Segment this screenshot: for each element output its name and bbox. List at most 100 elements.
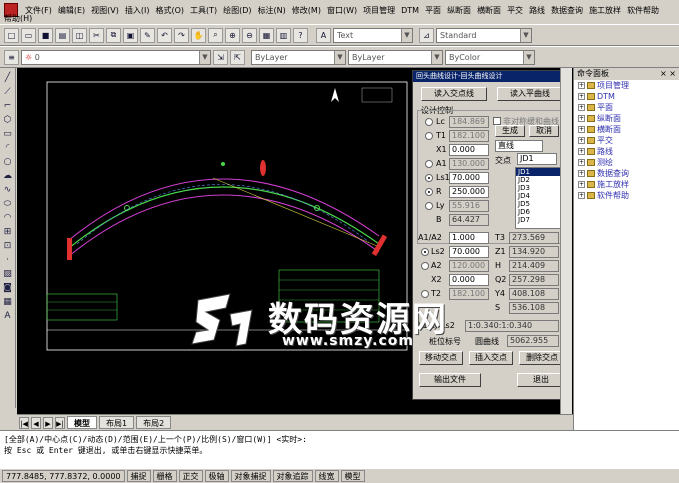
insert-point-button[interactable]: 插入交点	[469, 351, 513, 365]
a1a2-field[interactable]: 1.000	[449, 232, 489, 244]
tree-item-junction[interactable]: + 平交	[574, 135, 679, 146]
menu-query[interactable]: 数据查询	[548, 5, 586, 16]
expand-icon[interactable]: +	[578, 170, 585, 177]
save-icon[interactable]: ■	[38, 27, 53, 43]
jd-listbox[interactable]: JD1 JD2 JD3 JD4 JD5 JD6 JD7	[515, 167, 561, 229]
expand-icon[interactable]: +	[578, 137, 585, 144]
text-style-icon[interactable]: A	[316, 27, 331, 43]
paste-icon[interactable]: ▣	[123, 27, 138, 43]
otrack-toggle[interactable]: 对象追踪	[272, 470, 313, 482]
revcloud-icon[interactable]: ☁	[2, 170, 14, 182]
list-item[interactable]: JD5	[516, 200, 560, 208]
expand-icon[interactable]: +	[578, 159, 585, 166]
tree-item-plane[interactable]: + 平面	[574, 102, 679, 113]
zoom-window-icon[interactable]: ⊕	[225, 27, 240, 43]
line-icon[interactable]: ╱	[2, 72, 14, 84]
preview-icon[interactable]: ◫	[72, 27, 87, 43]
tree-item-query[interactable]: + 数据查询	[574, 168, 679, 179]
model-toggle[interactable]: 模型	[340, 470, 365, 482]
dropdown-arrow-icon[interactable]: ▼	[401, 28, 412, 42]
grid-toggle[interactable]: 栅格	[152, 470, 177, 482]
prev-tab-icon[interactable]: ◀	[31, 416, 41, 429]
menu-softhelp[interactable]: 软件帮助	[624, 5, 662, 16]
hatch-icon[interactable]: ▨	[2, 268, 14, 280]
expand-icon[interactable]: +	[578, 93, 585, 100]
insert-block-icon[interactable]: ⊞	[2, 226, 14, 238]
menu-plane[interactable]: 平面	[422, 5, 444, 16]
next-tab-icon[interactable]: ▶	[43, 416, 53, 429]
expand-icon[interactable]: +	[578, 181, 585, 188]
move-point-button[interactable]: 移动交点	[419, 351, 463, 365]
design-center-icon[interactable]: ▥	[276, 27, 291, 43]
menu-dtm[interactable]: DTM	[398, 6, 422, 15]
radio-lc[interactable]	[425, 118, 433, 126]
expand-icon[interactable]: +	[578, 115, 585, 122]
redo-icon[interactable]: ↷	[174, 27, 189, 43]
radio-ls1[interactable]	[425, 174, 433, 182]
read-curve-button[interactable]: 读入平曲线	[497, 87, 563, 101]
ellipse-arc-icon[interactable]: ◠	[2, 212, 14, 224]
dropdown-arrow-icon[interactable]: ▼	[199, 50, 210, 64]
expand-icon[interactable]: +	[578, 104, 585, 111]
menu-draw[interactable]: 绘图(D)	[220, 5, 254, 16]
read-points-button[interactable]: 读入交点线	[421, 87, 487, 101]
layer-manager-icon[interactable]: ≡	[4, 49, 19, 65]
polygon-icon[interactable]: ⬡	[2, 114, 14, 126]
x1-field[interactable]: 0.000	[449, 144, 489, 156]
region-icon[interactable]: ◙	[2, 282, 14, 294]
jd-field[interactable]: JD1	[517, 153, 557, 165]
menu-help[interactable]: 帮助(H)	[4, 13, 32, 24]
menu-tools[interactable]: 工具(T)	[187, 5, 220, 16]
dim-style-combo[interactable]: Standard ▼	[436, 27, 532, 43]
tree-item-help[interactable]: + 软件帮助	[574, 190, 679, 201]
snap-toggle[interactable]: 捕捉	[126, 470, 151, 482]
menu-junction[interactable]: 平交	[504, 5, 526, 16]
radio-r[interactable]	[425, 188, 433, 196]
x2-field[interactable]: 0.000	[449, 274, 489, 286]
point-icon[interactable]: ·	[2, 254, 14, 266]
menu-window[interactable]: 窗口(W)	[324, 5, 360, 16]
cancel-button[interactable]: 取消	[529, 125, 559, 137]
dropdown-arrow-icon[interactable]: ▼	[520, 28, 531, 42]
color-combo[interactable]: ByLayer ▼	[251, 49, 346, 65]
mtext-icon[interactable]: A	[2, 310, 14, 322]
properties-icon[interactable]: ▦	[259, 27, 274, 43]
close-icon[interactable]: × ×	[660, 68, 676, 80]
export-file-button[interactable]: 输出文件	[419, 373, 481, 387]
ellipse-icon[interactable]: ⬭	[2, 198, 14, 210]
list-item[interactable]: JD7	[516, 216, 560, 224]
ls1-field[interactable]: 70.000	[449, 172, 489, 184]
tree-item-cross[interactable]: + 横断面	[574, 124, 679, 135]
text-style-combo[interactable]: Text ▼	[333, 27, 413, 43]
spline-icon[interactable]: ∿	[2, 184, 14, 196]
new-file-icon[interactable]: □	[4, 27, 19, 43]
menu-cross[interactable]: 横断面	[474, 5, 504, 16]
list-item[interactable]: JD1	[516, 168, 560, 176]
open-folder-icon[interactable]: ▭	[21, 27, 36, 43]
dropdown-arrow-icon[interactable]: ▼	[334, 50, 345, 64]
match-icon[interactable]: ✎	[140, 27, 155, 43]
mode-combo[interactable]: 直线	[495, 140, 543, 152]
list-item[interactable]: JD3	[516, 184, 560, 192]
linetype-combo[interactable]: ByLayer ▼	[348, 49, 443, 65]
undo-icon[interactable]: ↶	[157, 27, 172, 43]
tree-item-stakeout[interactable]: + 施工放样	[574, 179, 679, 190]
menu-project[interactable]: 项目管理	[360, 5, 398, 16]
print-icon[interactable]: ▤	[55, 27, 70, 43]
menu-edit[interactable]: 编辑(E)	[55, 5, 88, 16]
make-current-icon[interactable]: ⇲	[213, 49, 228, 65]
tree-item-route[interactable]: + 路线	[574, 146, 679, 157]
osnap-toggle[interactable]: 对象捕捉	[230, 470, 271, 482]
radio-a2[interactable]	[421, 262, 429, 270]
dropdown-arrow-icon[interactable]: ▼	[431, 50, 442, 64]
ls2-field[interactable]: 70.000	[449, 246, 489, 258]
menu-modify[interactable]: 修改(M)	[289, 5, 324, 16]
zoom-realtime-icon[interactable]: ⌕	[208, 27, 223, 43]
table-icon[interactable]: ▦	[2, 296, 14, 308]
layer-previous-icon[interactable]: ⇱	[230, 49, 245, 65]
radio-a1[interactable]	[425, 160, 433, 168]
exit-button[interactable]: 退出	[517, 373, 565, 387]
menu-insert[interactable]: 插入(I)	[122, 5, 153, 16]
help-icon[interactable]: ?	[293, 27, 308, 43]
expand-icon[interactable]: +	[578, 82, 585, 89]
